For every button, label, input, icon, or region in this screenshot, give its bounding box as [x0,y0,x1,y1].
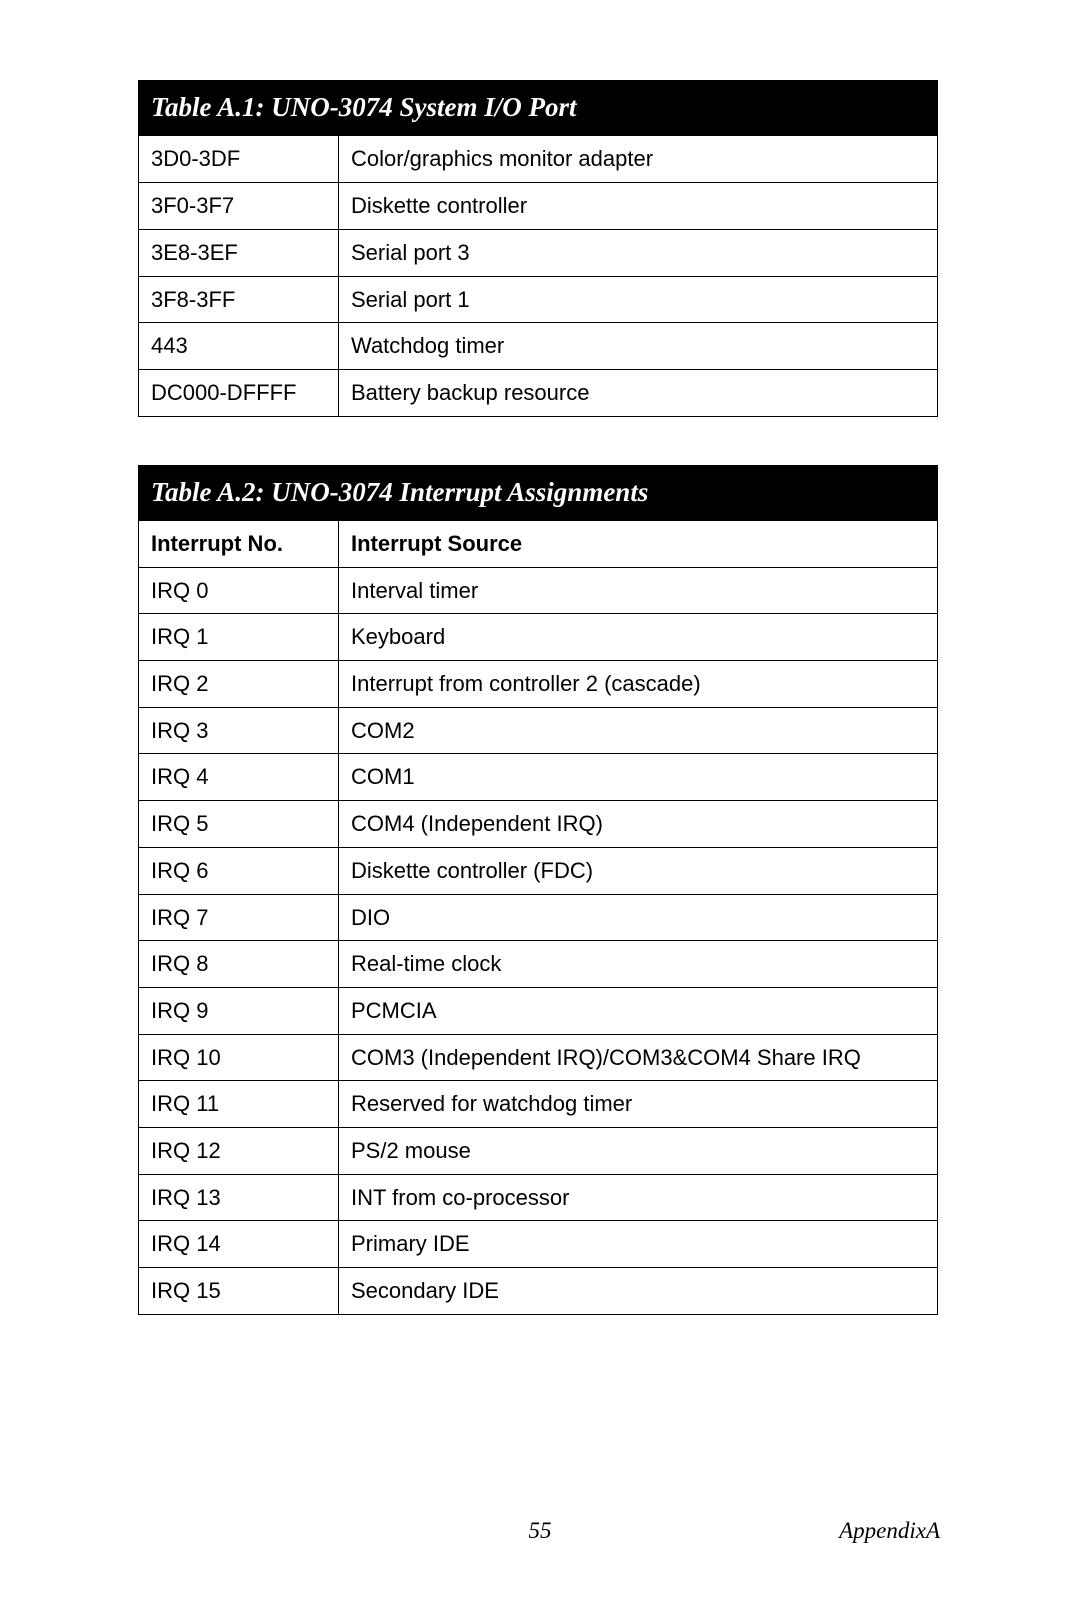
cell-desc: Watchdog timer [339,323,938,370]
table-row: IRQ 7DIO [139,894,938,941]
table-row: IRQ 8Real-time clock [139,941,938,988]
cell-src: COM4 (Independent IRQ) [339,801,938,848]
cell-src: INT from co-processor [339,1174,938,1221]
cell-irq: IRQ 11 [139,1081,339,1128]
table-row: IRQ 2Interrupt from controller 2 (cascad… [139,661,938,708]
table-title-row: Table A.2: UNO-3074 Interrupt Assignment… [139,465,938,520]
table-header-row: Interrupt No. Interrupt Source [139,521,938,568]
table-row: IRQ 3COM2 [139,707,938,754]
cell-src: PCMCIA [339,987,938,1034]
cell-src: Reserved for watchdog timer [339,1081,938,1128]
header-interrupt-no: Interrupt No. [139,521,339,568]
cell-irq: IRQ 2 [139,661,339,708]
cell-src: COM1 [339,754,938,801]
cell-desc: Diskette controller [339,183,938,230]
page-number: 55 [529,1518,552,1544]
table-row: 3F0-3F7 Diskette controller [139,183,938,230]
cell-src: Interval timer [339,567,938,614]
table-row: IRQ 6Diskette controller (FDC) [139,847,938,894]
cell-src: Diskette controller (FDC) [339,847,938,894]
table-row: IRQ 13INT from co-processor [139,1174,938,1221]
cell-irq: IRQ 6 [139,847,339,894]
table-title: Table A.2: UNO-3074 Interrupt Assignment… [139,465,938,520]
cell-irq: IRQ 13 [139,1174,339,1221]
cell-src: Interrupt from controller 2 (cascade) [339,661,938,708]
cell-address: DC000-DFFFF [139,369,339,416]
cell-address: 3F0-3F7 [139,183,339,230]
table-row: 3D0-3DF Color/graphics monitor adapter [139,136,938,183]
cell-src: Secondary IDE [339,1268,938,1315]
cell-desc: Serial port 1 [339,276,938,323]
table-row: IRQ 4COM1 [139,754,938,801]
table-interrupt-assignments: Table A.2: UNO-3074 Interrupt Assignment… [138,465,938,1315]
table-title: Table A.1: UNO-3074 System I/O Port [139,81,938,136]
cell-irq: IRQ 12 [139,1127,339,1174]
table-row: IRQ 12PS/2 mouse [139,1127,938,1174]
table-io-port: Table A.1: UNO-3074 System I/O Port 3D0-… [138,80,938,417]
cell-src: Primary IDE [339,1221,938,1268]
cell-irq: IRQ 5 [139,801,339,848]
table-row: IRQ 5COM4 (Independent IRQ) [139,801,938,848]
table-title-row: Table A.1: UNO-3074 System I/O Port [139,81,938,136]
cell-irq: IRQ 1 [139,614,339,661]
header-interrupt-source: Interrupt Source [339,521,938,568]
table-row: 3E8-3EF Serial port 3 [139,229,938,276]
table-row: IRQ 1Keyboard [139,614,938,661]
table-row: 443 Watchdog timer [139,323,938,370]
cell-address: 3F8-3FF [139,276,339,323]
cell-address: 3D0-3DF [139,136,339,183]
table-row: IRQ 10COM3 (Independent IRQ)/COM3&COM4 S… [139,1034,938,1081]
cell-irq: IRQ 0 [139,567,339,614]
table-row: IRQ 0Interval timer [139,567,938,614]
cell-irq: IRQ 15 [139,1268,339,1315]
cell-desc: Serial port 3 [339,229,938,276]
table-row: 3F8-3FF Serial port 1 [139,276,938,323]
cell-address: 443 [139,323,339,370]
table-row: IRQ 14Primary IDE [139,1221,938,1268]
cell-irq: IRQ 8 [139,941,339,988]
cell-src: PS/2 mouse [339,1127,938,1174]
cell-src: COM3 (Independent IRQ)/COM3&COM4 Share I… [339,1034,938,1081]
cell-irq: IRQ 3 [139,707,339,754]
cell-src: DIO [339,894,938,941]
cell-desc: Color/graphics monitor adapter [339,136,938,183]
appendix-label: AppendixA [839,1518,940,1544]
cell-irq: IRQ 10 [139,1034,339,1081]
table-row: IRQ 9PCMCIA [139,987,938,1034]
page-content: Table A.1: UNO-3074 System I/O Port 3D0-… [138,80,938,1315]
cell-irq: IRQ 9 [139,987,339,1034]
table-row: DC000-DFFFF Battery backup resource [139,369,938,416]
cell-src: COM2 [339,707,938,754]
cell-address: 3E8-3EF [139,229,339,276]
cell-src: Keyboard [339,614,938,661]
cell-irq: IRQ 7 [139,894,339,941]
cell-src: Real-time clock [339,941,938,988]
cell-irq: IRQ 14 [139,1221,339,1268]
cell-irq: IRQ 4 [139,754,339,801]
table-row: IRQ 11Reserved for watchdog timer [139,1081,938,1128]
table-row: IRQ 15Secondary IDE [139,1268,938,1315]
cell-desc: Battery backup resource [339,369,938,416]
